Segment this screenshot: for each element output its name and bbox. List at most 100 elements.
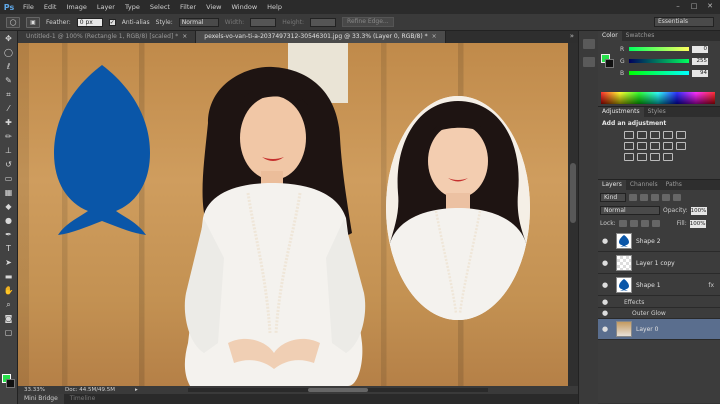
blur-tool-icon[interactable]: ◆ [2,201,16,213]
layer-fx-icon[interactable]: fx [708,282,714,289]
tab-layers[interactable]: Layers [598,180,626,190]
tab-close-icon[interactable]: × [182,33,187,40]
layer-outer-glow-row[interactable]: ● Outer Glow [598,308,720,319]
tab-adjustments[interactable]: Adjustments [598,107,644,117]
black-white-icon[interactable] [650,142,660,150]
opacity-input[interactable]: 100% [690,206,707,215]
layer-row-layer-0[interactable]: ● Layer 0 [598,319,720,340]
channel-mixer-icon[interactable] [676,142,686,150]
filter-type-icon[interactable] [651,194,659,201]
exposure-icon[interactable] [663,131,673,139]
background-color-swatch[interactable] [6,379,15,388]
tab-paths[interactable]: Paths [662,180,686,190]
horizontal-scrollbar[interactable] [188,388,488,392]
healing-tool-icon[interactable]: ✚ [2,117,16,129]
menu-layer[interactable]: Layer [92,3,120,11]
blue-value[interactable]: 94 [692,69,708,77]
menu-type[interactable]: Type [120,3,145,11]
threshold-icon[interactable] [650,153,660,161]
path-select-tool-icon[interactable]: ➤ [2,257,16,269]
quick-select-tool-icon[interactable]: ✎ [2,75,16,87]
visibility-eye-icon[interactable]: ● [598,298,612,306]
filter-adjust-icon[interactable] [640,194,648,201]
dodge-tool-icon[interactable]: ● [2,215,16,227]
vertical-scroll-thumb[interactable] [570,163,576,223]
shape-tool-icon[interactable]: ▬ [2,271,16,283]
gradient-map-icon[interactable] [663,153,673,161]
menu-view[interactable]: View [201,3,226,11]
tab-styles[interactable]: Styles [644,107,670,117]
tab-pexels[interactable]: pexels-vo-van-ti-a-2037497312-30546301.j… [196,31,446,43]
status-menu-arrow-icon[interactable]: ▸ [135,387,138,393]
visibility-eye-icon[interactable]: ● [598,309,612,317]
move-tool-icon[interactable]: ✥ [2,33,16,45]
tab-close-icon[interactable]: × [432,33,437,40]
fill-input[interactable]: 100% [689,219,706,228]
invert-icon[interactable] [624,153,634,161]
hand-tool-icon[interactable]: ✋ [2,285,16,297]
pen-tool-icon[interactable]: ✒ [2,229,16,241]
blend-mode-select[interactable]: Normal [600,206,660,215]
zoom-level[interactable]: 33.33% [24,387,45,393]
green-slider[interactable] [629,59,689,63]
lasso-tool-icon[interactable]: ℓ [2,61,16,73]
lock-transparent-icon[interactable] [618,220,627,227]
layer-row-shape-2[interactable]: ● Shape 2 [598,231,720,252]
menu-image[interactable]: Image [61,3,91,11]
menu-edit[interactable]: Edit [39,3,62,11]
layer-kind-select[interactable]: Kind [600,193,626,202]
tab-color[interactable]: Color [598,31,622,41]
menu-file[interactable]: File [18,3,39,11]
minimize-button[interactable]: – [672,2,684,11]
history-panel-icon[interactable] [582,39,595,49]
properties-panel-icon[interactable] [582,57,595,67]
brightness-icon[interactable] [624,131,634,139]
brush-tool-icon[interactable]: ✏ [2,131,16,143]
layer-row-shape-1[interactable]: ● Shape 1 fx [598,275,720,296]
horizontal-scroll-thumb[interactable] [308,388,368,392]
document-canvas[interactable] [18,43,568,386]
curves-icon[interactable] [650,131,660,139]
menu-help[interactable]: Help [262,3,287,11]
refine-edge-button[interactable]: Refine Edge... [342,17,394,27]
vibrance-icon[interactable] [676,131,686,139]
color-balance-icon[interactable] [637,142,647,150]
blue-slider[interactable] [629,71,689,75]
vertical-scrollbar[interactable] [568,43,578,386]
filter-shape-icon[interactable] [662,194,670,201]
canvas-area[interactable] [18,43,578,386]
feather-input[interactable]: 0 px [76,17,103,27]
tab-untitled[interactable]: Untitled-1 @ 100% (Rectangle 1, RGB/8) [… [18,31,197,43]
maximize-button[interactable]: □ [688,2,700,11]
posterize-icon[interactable] [637,153,647,161]
filter-smart-icon[interactable] [673,194,681,201]
layer-row-layer-1-copy[interactable]: ● Layer 1 copy [598,253,720,274]
eyedropper-tool-icon[interactable]: ⁄ [2,103,16,115]
gradient-tool-icon[interactable]: ▦ [2,187,16,199]
stamp-tool-icon[interactable]: ⊥ [2,145,16,157]
levels-icon[interactable] [637,131,647,139]
workspace-select[interactable]: Essentials [654,17,714,27]
photo-filter-icon[interactable] [663,142,673,150]
lock-pixels-icon[interactable] [629,220,638,227]
new-selection-icon[interactable]: ▣ [26,16,40,28]
filter-pixel-icon[interactable] [629,194,637,201]
marquee-tool-icon[interactable]: ◯ [2,47,16,59]
menu-window[interactable]: Window [227,3,263,11]
tab-timeline[interactable]: Timeline [64,394,102,404]
menu-filter[interactable]: Filter [175,3,201,11]
green-value[interactable]: 255 [692,57,708,65]
visibility-eye-icon[interactable]: ● [598,259,612,267]
quick-mask-icon[interactable]: ◙ [2,313,16,325]
height-input[interactable] [310,17,337,27]
lock-all-icon[interactable] [651,220,660,227]
tab-mini-bridge[interactable]: Mini Bridge [18,394,64,404]
lock-position-icon[interactable] [640,220,649,227]
type-tool-icon[interactable]: T [2,243,16,255]
hue-saturation-icon[interactable] [624,142,634,150]
visibility-eye-icon[interactable]: ● [598,281,612,289]
tabs-overflow-icon[interactable]: » [570,32,574,40]
style-select[interactable]: Normal [178,17,219,27]
crop-tool-icon[interactable]: ⌗ [2,89,16,101]
red-value[interactable]: 0 [692,45,708,53]
